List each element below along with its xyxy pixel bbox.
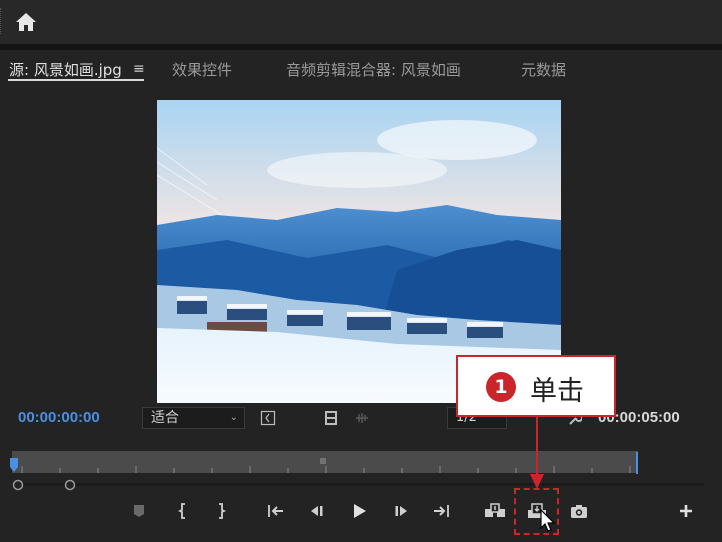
settings-bracket-icon[interactable] bbox=[260, 410, 276, 426]
add-marker-icon[interactable] bbox=[129, 500, 149, 522]
workspace-topbar bbox=[0, 0, 722, 44]
go-to-out-icon[interactable] bbox=[432, 500, 452, 522]
step-forward-icon[interactable] bbox=[392, 500, 412, 522]
panel-grip[interactable] bbox=[0, 8, 3, 34]
step-back-icon[interactable] bbox=[306, 500, 326, 522]
drag-video-only-icon[interactable] bbox=[323, 410, 339, 426]
home-icon[interactable] bbox=[14, 10, 38, 34]
callout-number: 1 bbox=[486, 372, 516, 402]
zoom-level-select[interactable]: 适合 ⌄ bbox=[142, 407, 245, 429]
drag-audio-only-icon[interactable] bbox=[354, 410, 370, 426]
playhead[interactable] bbox=[10, 457, 18, 472]
out-point-marker[interactable] bbox=[636, 452, 638, 474]
timeline-zoom-scrollbar[interactable] bbox=[10, 476, 710, 491]
transport-controls bbox=[0, 500, 722, 526]
active-tab-indicator bbox=[8, 79, 144, 81]
tab-metadata[interactable]: 元数据 bbox=[521, 59, 566, 80]
chevron-down-icon: ⌄ bbox=[229, 412, 238, 423]
source-timeline-ruler[interactable] bbox=[12, 451, 638, 473]
mouse-cursor-icon bbox=[540, 508, 556, 533]
play-icon[interactable] bbox=[349, 500, 369, 522]
panel-menu-icon[interactable]: ≡ bbox=[133, 61, 145, 77]
tab-source[interactable]: 源: 风景如画.jpg bbox=[9, 59, 122, 80]
callout-text: 单击 bbox=[530, 376, 584, 407]
insert-icon[interactable] bbox=[483, 500, 507, 522]
current-timecode[interactable]: 00:00:00:00 bbox=[18, 409, 100, 426]
mark-in-icon[interactable] bbox=[173, 500, 193, 522]
tab-effect-controls[interactable]: 效果控件 bbox=[172, 59, 232, 80]
mark-out-icon[interactable] bbox=[211, 500, 231, 522]
step-callout: 1 单击 bbox=[456, 355, 616, 417]
go-to-in-icon[interactable] bbox=[265, 500, 285, 522]
tab-audio-clip-mixer[interactable]: 音频剪辑混合器: 风景如画 bbox=[286, 59, 461, 80]
export-frame-icon[interactable] bbox=[569, 500, 589, 522]
zoom-level-value: 适合 bbox=[151, 410, 179, 426]
add-button-icon[interactable] bbox=[676, 500, 696, 522]
